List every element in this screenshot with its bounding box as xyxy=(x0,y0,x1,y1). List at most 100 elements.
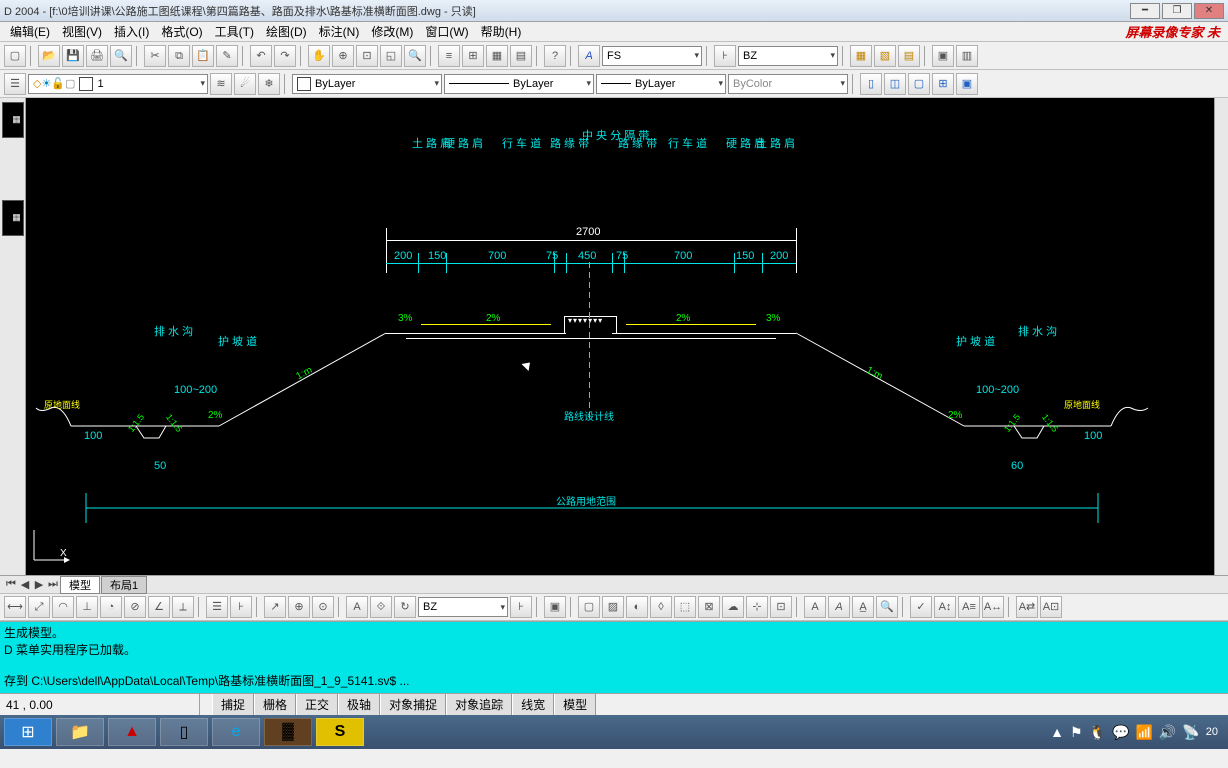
start-button[interactable]: ⊞ xyxy=(4,718,52,746)
revision-icon[interactable]: ☁ xyxy=(722,596,744,618)
prop-icon[interactable]: ≡ xyxy=(438,45,460,67)
dim-linear-icon[interactable]: ⟷ xyxy=(4,596,26,618)
palette-2[interactable]: ▦ xyxy=(2,200,24,236)
dim-update-icon[interactable]: ↻ xyxy=(394,596,416,618)
textstyle-icon[interactable]: A xyxy=(578,45,600,67)
tray-net-icon[interactable]: 📶 xyxy=(1135,724,1152,741)
menu-help[interactable]: 帮助(H) xyxy=(475,23,528,40)
crop-icon[interactable]: ⊡ xyxy=(770,596,792,618)
model-toggle[interactable]: 模型 xyxy=(554,694,596,715)
dim-angular-icon[interactable]: ∠ xyxy=(148,596,170,618)
maximize-button[interactable]: ❐ xyxy=(1162,3,1192,19)
tp-icon[interactable]: ▦ xyxy=(486,45,508,67)
layer-combo[interactable]: ◇☀🔓▢ 1 xyxy=(28,74,208,94)
dim-aligned-icon[interactable]: ⤢ xyxy=(28,596,50,618)
dim-ordinate-icon[interactable]: ⊥ xyxy=(76,596,98,618)
otrack-toggle[interactable]: 对象追踪 xyxy=(446,694,512,715)
lineweight-combo[interactable]: ByLayer xyxy=(596,74,726,94)
dim-continue-icon[interactable]: ⊦ xyxy=(230,596,252,618)
tab-model[interactable]: 模型 xyxy=(60,576,100,594)
grid-toggle[interactable]: 栅格 xyxy=(254,694,296,715)
menu-window[interactable]: 窗口(W) xyxy=(419,23,474,40)
dim-tolerance-icon[interactable]: ⊕ xyxy=(288,596,310,618)
vp3-icon[interactable]: ▢ xyxy=(908,73,930,95)
zoom-win-icon[interactable]: ⊡ xyxy=(356,45,378,67)
osnap-toggle[interactable]: 对象捕捉 xyxy=(380,694,446,715)
polar-toggle[interactable]: 极轴 xyxy=(338,694,380,715)
layerfrz-icon[interactable]: ❄ xyxy=(258,73,280,95)
cut-icon[interactable]: ✂ xyxy=(144,45,166,67)
tray-wifi-icon[interactable]: 📡 xyxy=(1182,724,1199,741)
tab-last-icon[interactable]: ⏭ xyxy=(46,578,60,591)
dimstyle2-combo[interactable]: BZ xyxy=(418,597,508,617)
dim-edit-icon[interactable]: A xyxy=(346,596,368,618)
dim-arc-icon[interactable]: ◠ xyxy=(52,596,74,618)
tb2-icon[interactable]: ▧ xyxy=(874,45,896,67)
tb5-icon[interactable]: ▥ xyxy=(956,45,978,67)
tray-qq-icon[interactable]: 🐧 xyxy=(1089,724,1106,741)
wipeout-icon[interactable]: ⊠ xyxy=(698,596,720,618)
scale-icon[interactable]: A↕ xyxy=(934,596,956,618)
dim-leader-icon[interactable]: ↗ xyxy=(264,596,286,618)
print-icon[interactable]: 🖨 xyxy=(86,45,108,67)
txtexp-icon[interactable]: A⊡ xyxy=(1040,596,1062,618)
dim-tedit-icon[interactable]: ⟐ xyxy=(370,596,392,618)
tray-chat-icon[interactable]: 💬 xyxy=(1112,724,1129,741)
zoom-icon[interactable]: 🔍 xyxy=(404,45,426,67)
preview-icon[interactable]: 🔍 xyxy=(110,45,132,67)
menu-edit[interactable]: 编辑(E) xyxy=(4,23,56,40)
tab-prev-icon[interactable]: ◀ xyxy=(18,578,32,591)
close-button[interactable]: ✕ xyxy=(1194,3,1224,19)
help-icon[interactable]: ? xyxy=(544,45,566,67)
task-app2[interactable]: ▓ xyxy=(264,718,312,746)
task-app3[interactable]: S xyxy=(316,718,364,746)
layerprev-icon[interactable]: ≋ xyxy=(210,73,232,95)
make-block-icon[interactable]: ▢ xyxy=(578,596,600,618)
tab-layout1[interactable]: 布局1 xyxy=(101,576,147,594)
plotstyle-combo[interactable]: ByColor xyxy=(728,74,848,94)
drawing-canvas[interactable]: 土 路 肩 硬 路 肩 行 车 道 路 缘 带 中 央 分 隔 带 路 缘 带 … xyxy=(26,98,1214,575)
insert-block-icon[interactable]: ▣ xyxy=(544,596,566,618)
textstyle-combo[interactable]: FS xyxy=(602,46,702,66)
vp5-icon[interactable]: ▣ xyxy=(956,73,978,95)
ortho-toggle[interactable]: 正交 xyxy=(296,694,338,715)
task-ie[interactable]: e xyxy=(212,718,260,746)
dc-icon[interactable]: ⊞ xyxy=(462,45,484,67)
system-tray[interactable]: ▲ ⚑ 🐧 💬 📶 🔊 📡 20 xyxy=(1044,724,1224,741)
dim-radius-icon[interactable]: ◔ xyxy=(100,596,122,618)
convert-icon[interactable]: A⇄ xyxy=(1016,596,1038,618)
boundary-icon[interactable]: ◊ xyxy=(650,596,672,618)
dim-diameter-icon[interactable]: ⊘ xyxy=(124,596,146,618)
scrollbar-v[interactable] xyxy=(1214,98,1228,575)
menu-view[interactable]: 视图(V) xyxy=(56,23,108,40)
tb4-icon[interactable]: ▣ xyxy=(932,45,954,67)
color-combo[interactable]: ByLayer xyxy=(292,74,442,94)
dim-center-icon[interactable]: ⊙ xyxy=(312,596,334,618)
menu-format[interactable]: 格式(O) xyxy=(155,23,208,40)
region-icon[interactable]: ⬚ xyxy=(674,596,696,618)
vp2-icon[interactable]: ◫ xyxy=(884,73,906,95)
tray-clock[interactable]: 20 xyxy=(1206,726,1218,738)
open-icon[interactable]: 📂 xyxy=(38,45,60,67)
new-icon[interactable]: ▢ xyxy=(4,45,26,67)
menu-dimension[interactable]: 标注(N) xyxy=(313,23,366,40)
dimstyle-combo[interactable]: BZ xyxy=(738,46,838,66)
dim-break-icon[interactable]: ⊹ xyxy=(746,596,768,618)
tray-flag-icon[interactable]: ⚑ xyxy=(1070,724,1083,741)
spell-icon[interactable]: ✓ xyxy=(910,596,932,618)
redo-icon[interactable]: ↷ xyxy=(274,45,296,67)
mtext-icon[interactable]: A xyxy=(804,596,826,618)
zoom-rt-icon[interactable]: ⊕ xyxy=(332,45,354,67)
hatch-icon[interactable]: ▨ xyxy=(602,596,624,618)
menu-insert[interactable]: 插入(I) xyxy=(108,23,155,40)
tb1-icon[interactable]: ▦ xyxy=(850,45,872,67)
linetype-combo[interactable]: ByLayer xyxy=(444,74,594,94)
palette-1[interactable]: ▦ xyxy=(2,102,24,138)
layermgr-icon[interactable]: ☰ xyxy=(4,73,26,95)
vp1-icon[interactable]: ▯ xyxy=(860,73,882,95)
save-icon[interactable]: 💾 xyxy=(62,45,84,67)
lwt-toggle[interactable]: 线宽 xyxy=(512,694,554,715)
find-icon[interactable]: 🔍 xyxy=(876,596,898,618)
menu-draw[interactable]: 绘图(D) xyxy=(260,23,313,40)
copy-icon[interactable]: ⧉ xyxy=(168,45,190,67)
